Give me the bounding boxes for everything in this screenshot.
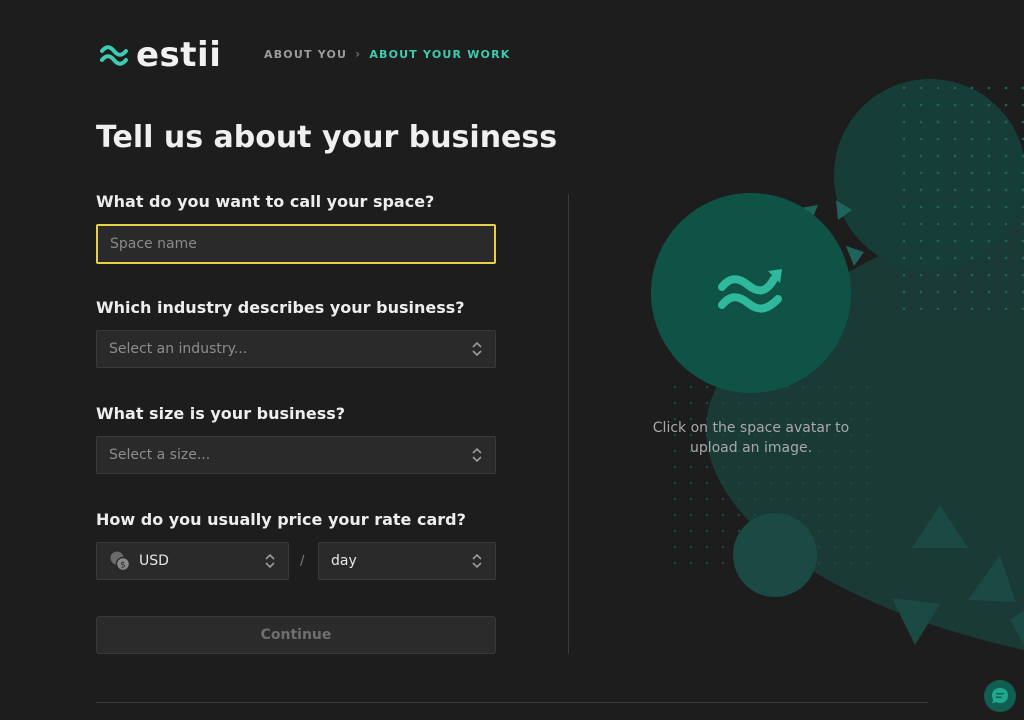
chat-icon (992, 688, 1008, 704)
pricing-separator: / (300, 554, 305, 569)
industry-label: Which industry describes your business? (96, 298, 465, 317)
vertical-divider (568, 194, 569, 654)
space-name-label: What do you want to call your space? (96, 192, 435, 211)
space-avatar[interactable] (651, 193, 851, 393)
chevron-updown-icon (472, 447, 482, 463)
size-select[interactable]: Select a size... (96, 436, 496, 474)
chat-button[interactable] (984, 680, 1016, 712)
chevron-updown-icon (265, 553, 275, 569)
space-name-input[interactable] (96, 224, 496, 264)
currency-select[interactable]: $ USD (96, 542, 289, 580)
avatar-hint-text: Click on the space avatar to upload an i… (652, 420, 850, 456)
page-title: Tell us about your business (96, 120, 558, 155)
onboarding-page: estii ABOUT YOU › ABOUT YOUR WORK Tell u… (0, 0, 1024, 720)
breadcrumb-chevron-icon: › (355, 47, 362, 61)
unit-select-value: day (331, 553, 357, 569)
breadcrumb-item-about-your-work[interactable]: ABOUT YOUR WORK (369, 48, 510, 61)
estii-wave-icon (718, 269, 782, 313)
logo-wave-icon (100, 45, 128, 66)
industry-select-value: Select an industry... (109, 341, 248, 357)
industry-select[interactable]: Select an industry... (96, 330, 496, 368)
logo-text: estii (136, 35, 222, 75)
chevron-updown-icon (472, 341, 482, 357)
size-label: What size is your business? (96, 404, 346, 423)
pricing-label: How do you usually price your rate card? (96, 510, 466, 529)
footer-divider (96, 702, 928, 703)
chevron-updown-icon (472, 553, 482, 569)
breadcrumb: ABOUT YOU › ABOUT YOUR WORK (264, 47, 510, 61)
unit-select[interactable]: day (318, 542, 496, 580)
continue-button[interactable]: Continue (96, 616, 496, 654)
currency-coins-icon: $ (110, 551, 131, 572)
breadcrumb-item-about-you[interactable]: ABOUT YOU (264, 48, 347, 61)
svg-text:$: $ (120, 561, 126, 571)
currency-select-value: USD (139, 553, 169, 569)
size-select-value: Select a size... (109, 447, 211, 463)
app-logo[interactable]: estii (100, 38, 221, 72)
